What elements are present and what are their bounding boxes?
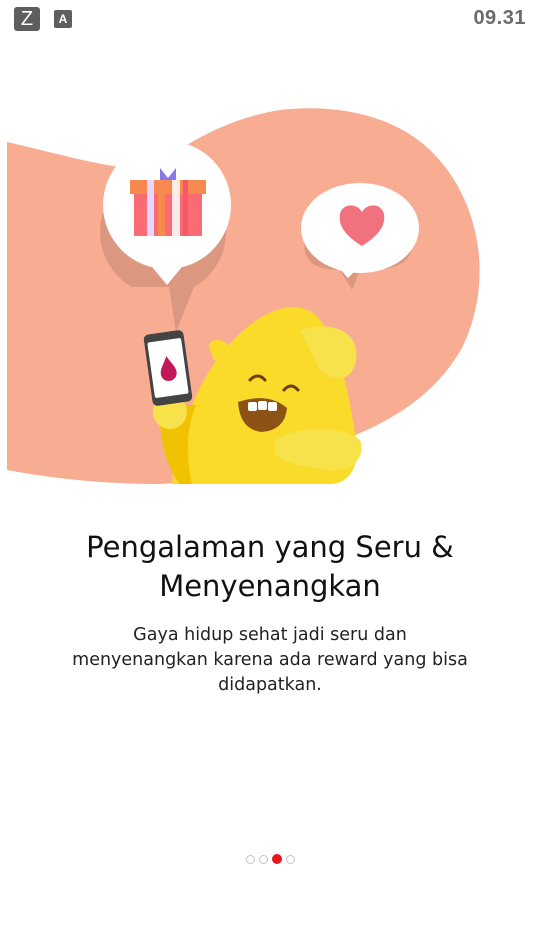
z-app-icon: Z bbox=[14, 7, 40, 31]
page-dot-1[interactable] bbox=[245, 855, 255, 864]
status-time: 09.31 bbox=[473, 7, 526, 29]
a-app-icon: A bbox=[54, 10, 72, 28]
headline-line-1: Pengalaman yang Seru & bbox=[86, 530, 454, 564]
onboarding-headline: Pengalaman yang Seru & Menyenangkan bbox=[20, 528, 520, 606]
description-line-3: didapatkan. bbox=[218, 675, 322, 695]
page-dot-3[interactable] bbox=[271, 854, 282, 864]
page-dot-2[interactable] bbox=[258, 855, 268, 864]
onboarding-screen: Z A 09.31 Pengalaman yang Seru & Menyena… bbox=[0, 0, 540, 926]
headline-line-2: Menyenangkan bbox=[159, 569, 381, 603]
status-bar: Z A 09.31 bbox=[0, 0, 540, 38]
page-indicator[interactable] bbox=[0, 854, 540, 866]
page-dot-4[interactable] bbox=[285, 855, 295, 864]
description-line-2: menyenangkan karena ada reward yang bisa bbox=[72, 650, 468, 670]
description-line-1: Gaya hidup sehat jadi seru dan bbox=[133, 625, 407, 645]
onboarding-illustration bbox=[7, 108, 480, 485]
onboarding-description: Gaya hidup sehat jadi seru dan menyenang… bbox=[50, 623, 490, 698]
